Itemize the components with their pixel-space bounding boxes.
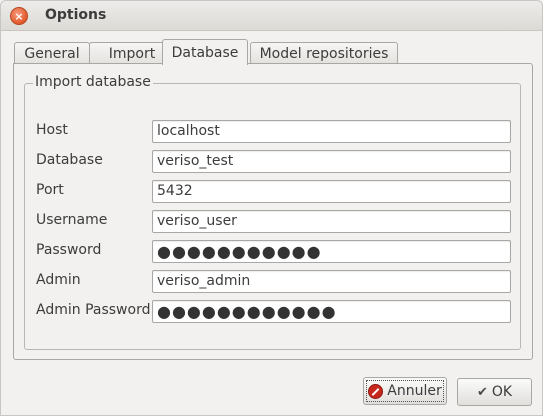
username-field[interactable]: veriso_user [152,210,511,233]
ok-button[interactable]: ✔ OK [457,378,532,406]
password-field[interactable]: ●●●●●●●●●●● [152,240,511,263]
group-title: Import database [33,74,153,90]
tab-general[interactable]: General [14,42,90,64]
database-field[interactable]: veriso_test [152,150,511,173]
database-label: Database [36,152,103,168]
cancel-button[interactable]: Annuler [363,377,447,405]
tab-database[interactable]: Database [162,39,248,65]
password-label: Password [36,242,102,258]
title-bar: × Options [1,1,542,31]
close-icon[interactable]: × [10,7,28,25]
import-database-group: Import database Host localhost Database … [24,74,521,350]
check-icon: ✔ [476,384,488,400]
host-label: Host [36,122,68,138]
admin-password-field[interactable]: ●●●●●●●●●●●● [152,300,511,323]
admin-label: Admin [36,272,81,288]
tab-model-repositories[interactable]: Model repositories [250,42,398,64]
admin-field[interactable]: veriso_admin [152,270,511,293]
host-field[interactable]: localhost [152,120,511,143]
cancel-icon [368,383,384,399]
username-label: Username [36,212,108,228]
port-field[interactable]: 5432 [152,180,511,203]
database-tab-pane: Import database Host localhost Database … [13,63,533,360]
window-title: Options [45,7,107,23]
port-label: Port [36,182,64,198]
ok-button-label: OK [491,384,513,400]
options-dialog: × Options General Import Database Model … [0,0,543,416]
cancel-button-label: Annuler [387,383,442,399]
admin-password-label: Admin Password [36,302,151,318]
